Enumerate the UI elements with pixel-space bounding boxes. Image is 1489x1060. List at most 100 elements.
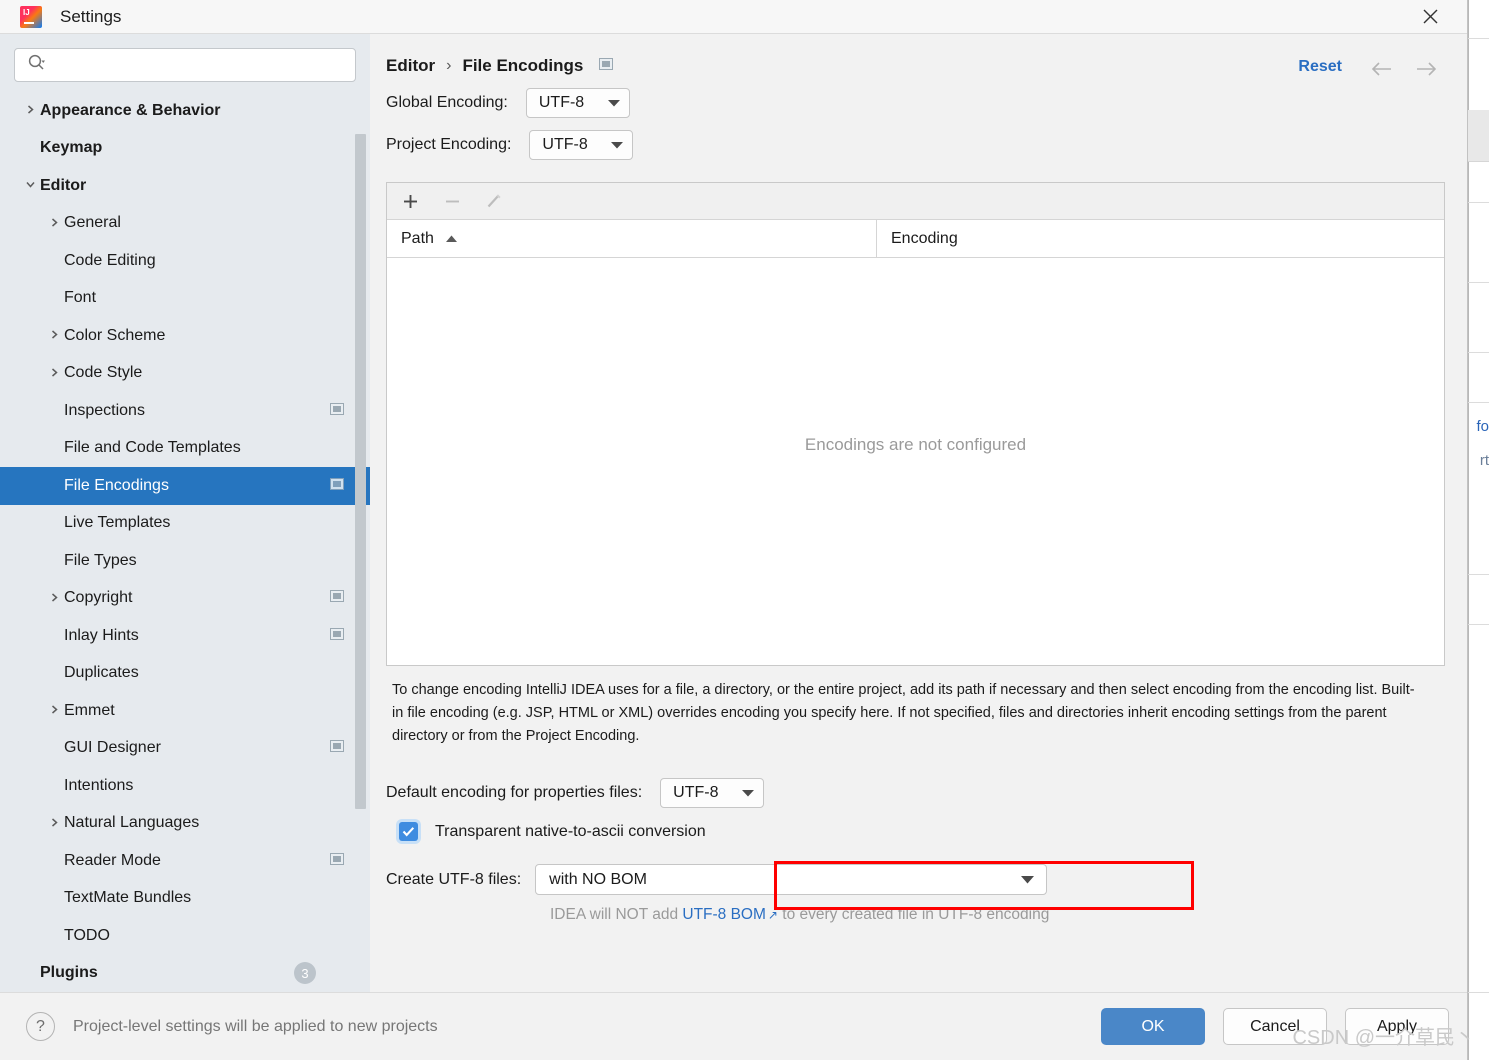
sidebar-item-label: Color Scheme xyxy=(64,326,166,344)
sidebar-item-gui-designer[interactable]: GUI Designer xyxy=(0,730,370,768)
utf8-bom-link[interactable]: UTF-8 BOM xyxy=(682,906,766,923)
chevron-right-icon[interactable] xyxy=(44,217,64,230)
sidebar-item-color-scheme[interactable]: Color Scheme xyxy=(0,317,370,355)
sidebar-item-font[interactable]: Font xyxy=(0,280,370,318)
intellij-idea-icon: IJ xyxy=(20,5,42,28)
sidebar-item-keymap[interactable]: Keymap xyxy=(0,130,370,168)
sidebar-item-code-style[interactable]: Code Style xyxy=(0,355,370,393)
sidebar-item-textmate-bundles[interactable]: TextMate Bundles xyxy=(0,880,370,918)
sidebar-item-todo[interactable]: TODO xyxy=(0,917,370,955)
transparent-conversion-row[interactable]: Transparent native-to-ascii conversion xyxy=(370,822,1467,841)
sidebar-item-live-templates[interactable]: Live Templates xyxy=(0,505,370,543)
properties-encoding-value: UTF-8 xyxy=(673,784,719,801)
search-input[interactable] xyxy=(46,49,347,81)
chevron-down-icon xyxy=(742,784,755,802)
backdrop-text-top: fo xyxy=(1476,418,1489,435)
sidebar-scrollbar[interactable] xyxy=(355,134,366,809)
create-utf8-combo[interactable]: with NO BOM xyxy=(535,864,1048,895)
sidebar-item-label: Plugins xyxy=(40,964,98,982)
global-encoding-row: Global Encoding: UTF-8 xyxy=(370,88,1467,118)
transparent-conversion-checkbox[interactable] xyxy=(399,822,418,841)
sidebar-item-file-encodings[interactable]: File Encodings xyxy=(0,467,370,505)
dialog-footer: ? Project-level settings will be applied… xyxy=(0,992,1467,1060)
sidebar-item-label: Inlay Hints xyxy=(64,626,139,644)
sidebar-item-label: Keymap xyxy=(40,139,103,157)
create-utf8-row: Create UTF-8 files: with NO BOM xyxy=(370,864,1467,895)
sidebar-item-plugins[interactable]: Plugins 3 xyxy=(0,955,370,993)
app-icon-glyph: IJ xyxy=(23,7,30,17)
project-level-icon xyxy=(330,852,344,870)
column-header-path-label: Path xyxy=(401,229,434,247)
sidebar-item-label: Editor xyxy=(40,176,87,194)
chevron-right-icon[interactable] xyxy=(44,704,64,717)
sidebar-item-reader-mode[interactable]: Reader Mode xyxy=(0,842,370,880)
table-header-row: Path Encoding xyxy=(387,220,1444,258)
breadcrumb-current: File Encodings xyxy=(462,56,584,75)
sidebar-item-label: File Types xyxy=(64,551,137,569)
sidebar-item-label: File Encodings xyxy=(64,476,169,494)
sidebar-item-editor[interactable]: Editor xyxy=(0,167,370,205)
sidebar-item-label: Live Templates xyxy=(64,514,171,532)
global-encoding-combo[interactable]: UTF-8 xyxy=(525,88,630,118)
cancel-button[interactable]: Cancel xyxy=(1223,1008,1327,1045)
settings-dialog: IJ Settings Appearance & Behavior Keymap… xyxy=(0,0,1468,1060)
sidebar-item-general[interactable]: General xyxy=(0,205,370,243)
sidebar-item-copyright[interactable]: Copyright xyxy=(0,580,370,618)
apply-button[interactable]: Apply xyxy=(1345,1008,1449,1045)
table-toolbar xyxy=(387,183,1444,220)
column-header-path[interactable]: Path xyxy=(387,220,877,257)
encodings-description: To change encoding IntelliJ IDEA uses fo… xyxy=(392,682,1415,744)
help-question-icon[interactable]: ? xyxy=(26,1012,55,1041)
sidebar-item-emmet[interactable]: Emmet xyxy=(0,692,370,730)
ok-button[interactable]: OK xyxy=(1101,1008,1205,1045)
settings-sidebar: Appearance & Behavior Keymap Editor General… xyxy=(0,34,370,992)
close-icon[interactable] xyxy=(1415,2,1445,32)
chevron-right-icon[interactable] xyxy=(44,592,64,605)
transparent-conversion-label: Transparent native-to-ascii conversion xyxy=(435,822,706,840)
properties-encoding-row: Default encoding for properties files: U… xyxy=(370,778,1467,808)
chevron-right-icon[interactable] xyxy=(44,817,64,830)
sidebar-item-label: TODO xyxy=(64,926,110,944)
sidebar-item-intentions[interactable]: Intentions xyxy=(0,767,370,805)
sidebar-item-label: Reader Mode xyxy=(64,851,161,869)
sidebar-item-label: GUI Designer xyxy=(64,739,161,757)
sidebar-item-inspections[interactable]: Inspections xyxy=(0,392,370,430)
settings-content-panel: Editor › File Encodings Reset Global Enc… xyxy=(370,34,1467,992)
search-box[interactable] xyxy=(14,48,356,82)
sidebar-item-label: Emmet xyxy=(64,701,115,719)
breadcrumb-parent[interactable]: Editor xyxy=(386,56,435,76)
chevron-right-icon[interactable] xyxy=(44,367,64,380)
column-header-encoding[interactable]: Encoding xyxy=(877,220,1444,257)
settings-tree: Appearance & Behavior Keymap Editor General… xyxy=(0,92,370,992)
sidebar-item-appearance-behavior[interactable]: Appearance & Behavior xyxy=(0,92,370,130)
external-link-icon: ↗ xyxy=(767,908,778,922)
chevron-down-icon[interactable] xyxy=(20,179,40,192)
chevron-down-icon xyxy=(611,136,624,154)
sidebar-item-code-editing[interactable]: Code Editing xyxy=(0,242,370,280)
sidebar-item-natural-languages[interactable]: Natural Languages xyxy=(0,805,370,843)
project-encoding-label: Project Encoding: xyxy=(386,136,512,153)
sidebar-item-label: Font xyxy=(64,289,97,307)
properties-encoding-label: Default encoding for properties files: xyxy=(386,784,643,801)
sidebar-item-file-and-code-templates[interactable]: File and Code Templates xyxy=(0,430,370,468)
sidebar-item-label: Intentions xyxy=(64,776,134,794)
chevron-right-icon[interactable] xyxy=(20,104,40,117)
chevron-right-icon[interactable] xyxy=(44,329,64,342)
sidebar-item-inlay-hints[interactable]: Inlay Hints xyxy=(0,617,370,655)
properties-encoding-combo[interactable]: UTF-8 xyxy=(660,778,765,808)
arrow-right-icon[interactable] xyxy=(1413,56,1439,82)
backdrop-text-bottom: rt xyxy=(1479,452,1489,469)
add-icon[interactable] xyxy=(397,188,423,214)
chevron-down-icon xyxy=(607,94,620,112)
create-utf8-label: Create UTF-8 files: xyxy=(386,870,522,888)
dialog-title: Settings xyxy=(60,6,122,26)
sidebar-item-badge: 3 xyxy=(294,962,316,985)
reset-link[interactable]: Reset xyxy=(1298,58,1342,76)
sidebar-item-label: Copyright xyxy=(64,589,133,607)
search-icon xyxy=(27,53,46,77)
arrow-left-icon[interactable] xyxy=(1369,56,1395,82)
project-encoding-combo[interactable]: UTF-8 xyxy=(529,130,634,160)
sidebar-item-label: Code Editing xyxy=(64,251,156,269)
sidebar-item-duplicates[interactable]: Duplicates xyxy=(0,655,370,693)
sidebar-item-file-types[interactable]: File Types xyxy=(0,542,370,580)
